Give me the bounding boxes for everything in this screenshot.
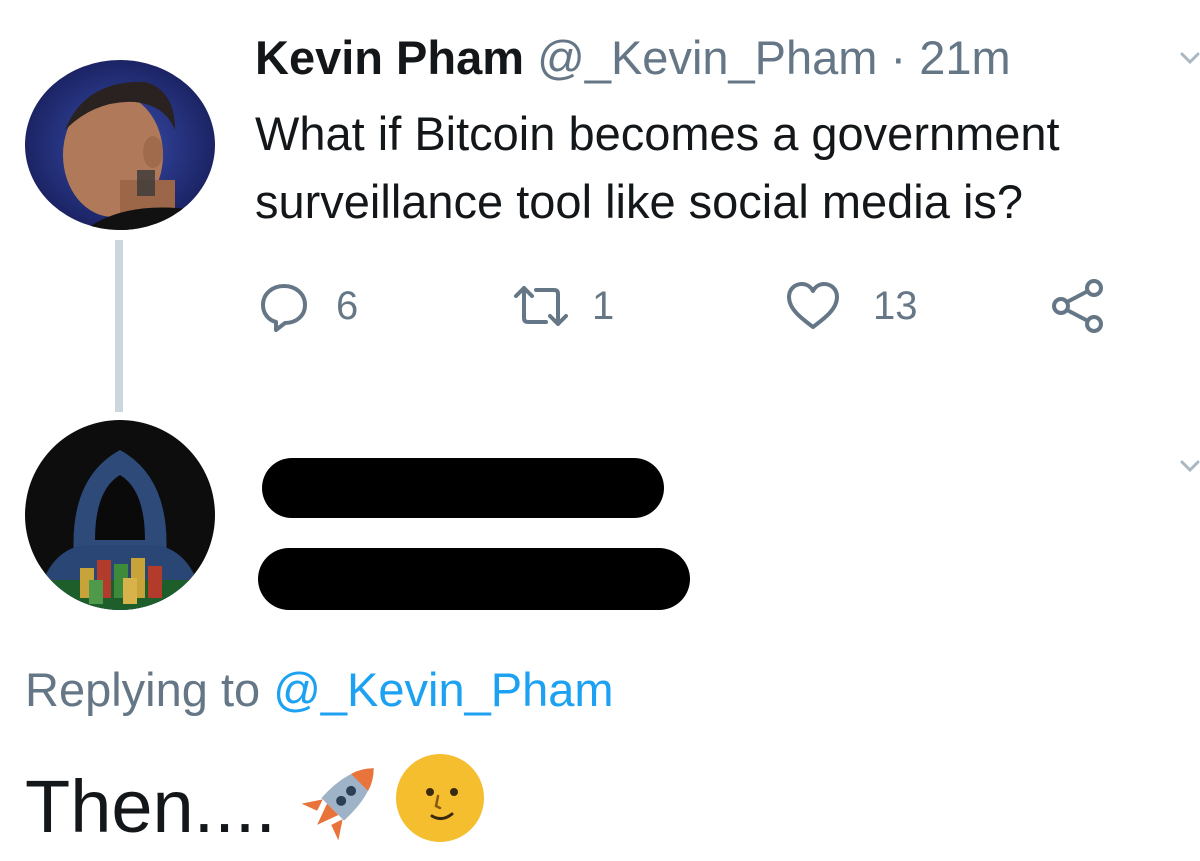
avatar-image [25, 60, 215, 230]
reply-icon [258, 280, 310, 332]
chevron-down-icon[interactable] [1180, 52, 1200, 71]
replying-mention-link[interactable]: @_Kevin_Pham [273, 663, 613, 716]
author-name[interactable]: Kevin Pham [255, 31, 524, 84]
retweet-button[interactable]: 1 [512, 278, 614, 334]
tweet-time[interactable]: 21m [919, 31, 1010, 84]
redacted-handle [258, 548, 690, 610]
heart-icon [785, 280, 841, 332]
replying-to: Replying to @_Kevin_Pham [25, 662, 614, 718]
redacted-display-name [262, 458, 664, 518]
retweet-count: 1 [592, 283, 615, 328]
reply-body: Then.... [25, 752, 486, 861]
reply-text: Then.... [25, 764, 276, 848]
avatar-reply-author[interactable] [25, 420, 215, 610]
like-button[interactable]: 13 [785, 278, 918, 334]
replying-prefix: Replying to [25, 663, 261, 716]
retweet-icon [512, 280, 570, 332]
full-moon-face-emoji [394, 752, 486, 861]
rocket-emoji [298, 752, 390, 861]
reply-button[interactable]: 6 [258, 278, 358, 334]
separator-dot: · [890, 31, 907, 84]
avatar-kevin-pham[interactable] [25, 60, 215, 230]
tweet-text: What if Bitcoin becomes a government sur… [255, 107, 1060, 228]
author-handle[interactable]: @_Kevin_Pham [537, 31, 877, 84]
tweet-header: Kevin Pham @_Kevin_Pham · 21m [255, 30, 1011, 86]
thread-connector-line [115, 240, 123, 412]
chevron-down-icon[interactable] [1180, 460, 1200, 479]
reply-count: 6 [336, 283, 359, 328]
share-icon [1050, 278, 1106, 334]
avatar-image [25, 420, 215, 610]
like-count: 13 [873, 283, 918, 328]
share-button[interactable] [1050, 278, 1106, 334]
